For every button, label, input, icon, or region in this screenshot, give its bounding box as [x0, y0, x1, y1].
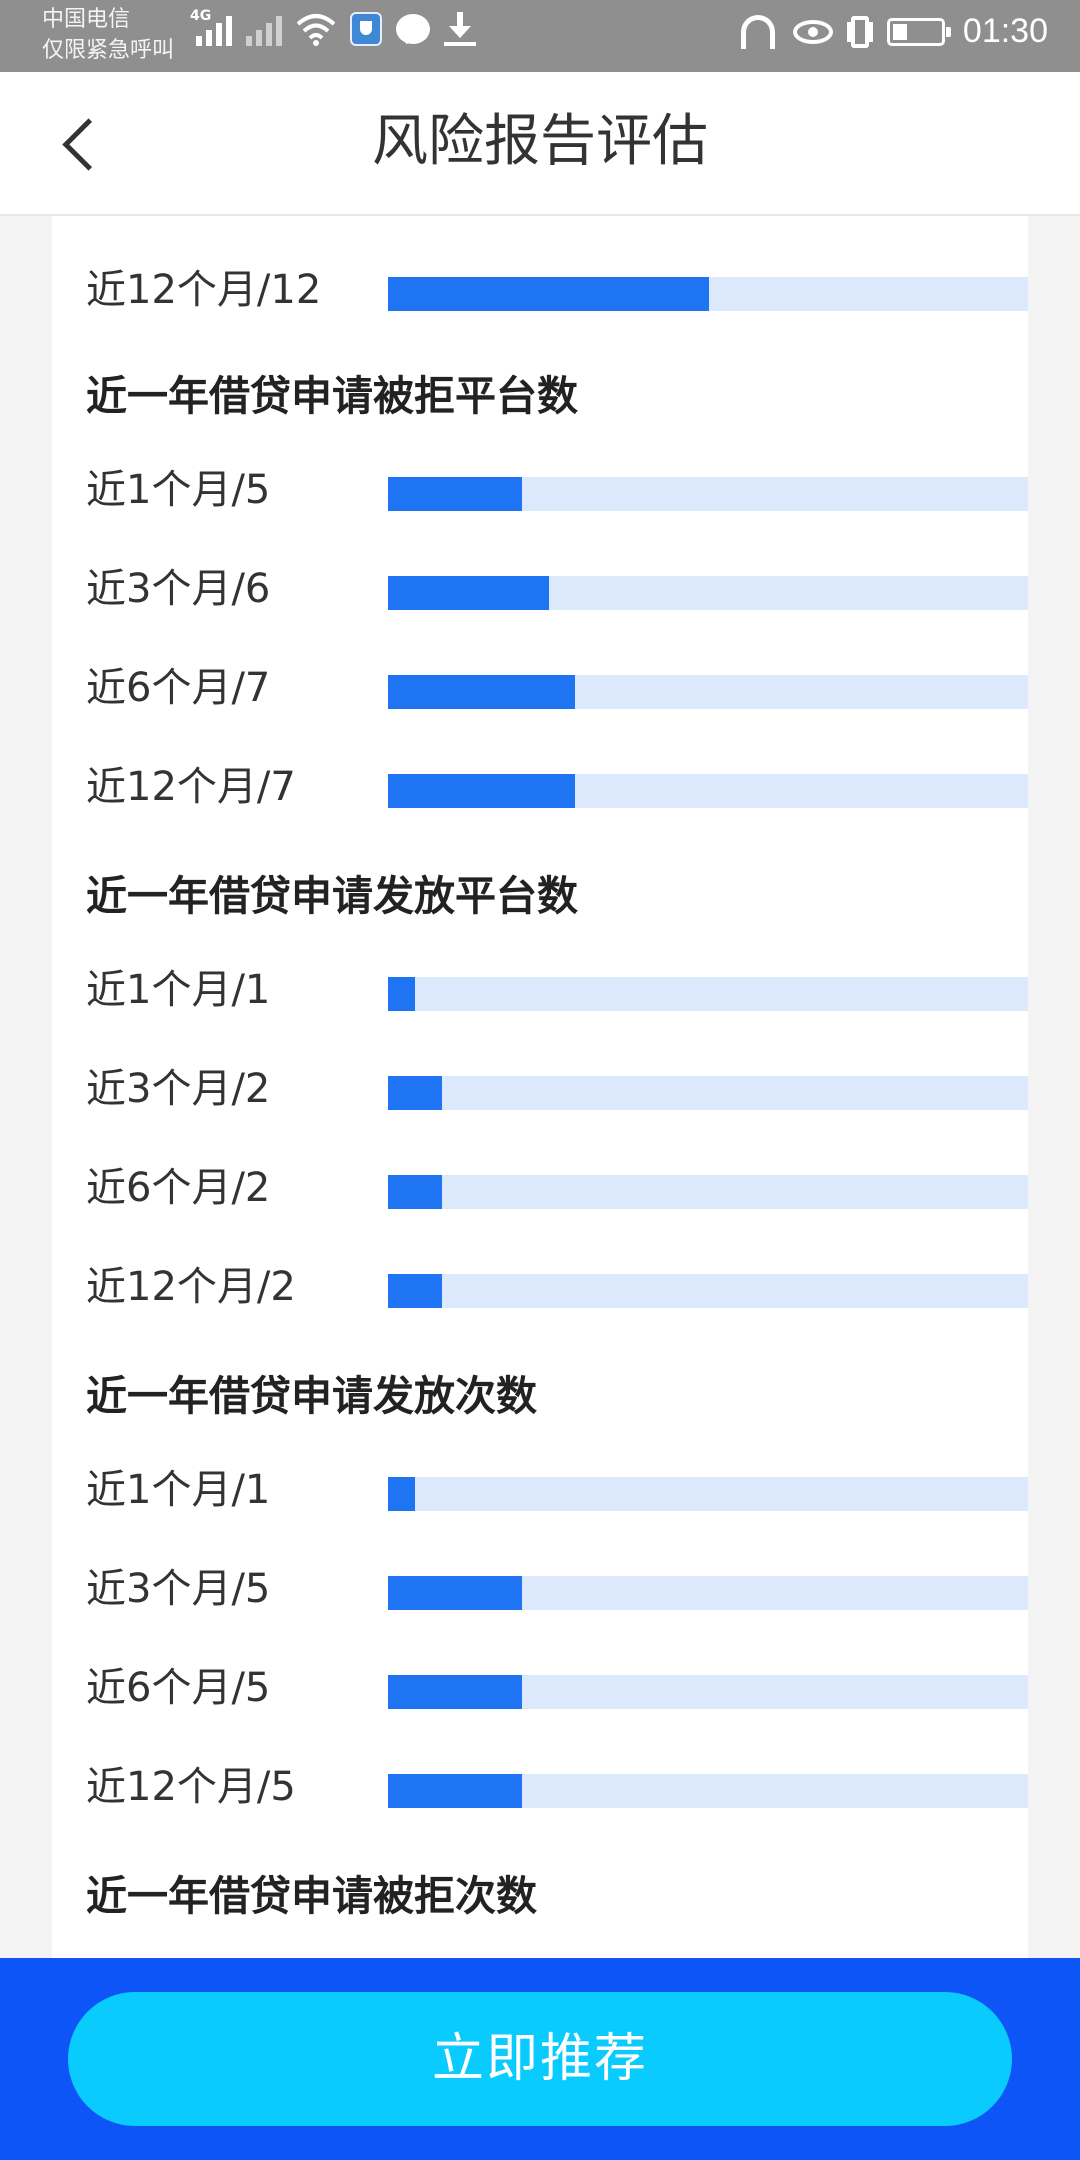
- stat-label: 近6个月/2: [86, 1165, 271, 1211]
- progress-track: [388, 1576, 1028, 1610]
- stat-label: 近12个月/5: [86, 1764, 296, 1810]
- progress-track: [388, 675, 1028, 709]
- signal-4g-icon: 4G: [190, 8, 232, 46]
- progress-track: [388, 277, 1028, 311]
- section-title: 近一年借贷申请被拒次数: [86, 1872, 537, 1920]
- stat-row: 近3个月/6: [86, 559, 1028, 619]
- signal-no-sim-icon: [246, 12, 282, 46]
- vibrate-icon: [850, 15, 869, 48]
- emergency-only-text: 仅限紧急呼叫: [42, 38, 175, 63]
- download-icon: [444, 12, 476, 46]
- stat-label: 近6个月/7: [86, 665, 271, 711]
- progress-track: [388, 1675, 1028, 1709]
- section-title: 近一年借贷申请被拒平台数: [86, 372, 578, 420]
- progress-fill: [388, 1477, 415, 1511]
- stat-label: 近1个月/5: [86, 467, 271, 513]
- progress-fill: [388, 1576, 522, 1610]
- progress-fill: [388, 1675, 522, 1709]
- headphone-icon: [740, 14, 775, 49]
- carrier-name: 中国电信: [42, 7, 131, 32]
- stat-label: 近3个月/6: [86, 566, 271, 612]
- stat-row: 近1个月/5: [86, 460, 1028, 520]
- wifi-icon: [296, 14, 336, 46]
- progress-fill: [388, 977, 415, 1011]
- progress-track: [388, 1774, 1028, 1808]
- battery-icon: [886, 17, 951, 46]
- stat-label: 近3个月/5: [86, 1566, 271, 1612]
- progress-fill: [388, 675, 575, 709]
- clock: 01:30: [962, 12, 1048, 50]
- progress-fill: [388, 277, 709, 311]
- status-bar: 中国电信 仅限紧急呼叫 4G 01:30: [0, 0, 1080, 72]
- recommend-now-button[interactable]: 立即推荐: [68, 1992, 1012, 2126]
- progress-fill: [388, 1774, 522, 1808]
- progress-fill: [388, 1175, 442, 1209]
- progress-track: [388, 1477, 1028, 1511]
- section-title: 近一年借贷申请发放平台数: [86, 872, 578, 920]
- eye-comfort-icon: [792, 19, 833, 44]
- stat-row: 近1个月/1: [86, 960, 1028, 1020]
- stat-row: 近3个月/5: [86, 1559, 1028, 1619]
- progress-track: [388, 774, 1028, 808]
- stat-row: 近3个月/2: [86, 1059, 1028, 1119]
- stat-row: 近1个月/1: [86, 1460, 1028, 1520]
- progress-track: [388, 1076, 1028, 1110]
- progress-fill: [388, 774, 575, 808]
- progress-track: [388, 477, 1028, 511]
- stat-label: 近12个月/2: [86, 1264, 296, 1310]
- progress-track: [388, 977, 1028, 1011]
- progress-track: [388, 1274, 1028, 1308]
- stat-label: 近3个月/2: [86, 1066, 271, 1112]
- stat-row: 近6个月/5: [86, 1658, 1028, 1718]
- risk-report-card[interactable]: 近12个月/12 近一年借贷申请被拒平台数 近1个月/5 近3个月/6 近6个月/7 近1…: [52, 216, 1028, 1958]
- bottom-action-bar: 立即推荐: [0, 1958, 1080, 2160]
- carrier-info: 中国电信 仅限紧急呼叫: [42, 4, 174, 66]
- message-icon: [396, 14, 430, 44]
- stat-label: 近1个月/1: [86, 967, 271, 1013]
- stat-row: 近12个月/2: [86, 1257, 1028, 1317]
- stat-row: 近6个月/2: [86, 1158, 1028, 1218]
- stat-row: 近12个月/12: [86, 260, 1028, 320]
- section-title: 近一年借贷申请发放次数: [86, 1372, 537, 1420]
- stat-label: 近1个月/1: [86, 1467, 271, 1513]
- stat-label: 近6个月/5: [86, 1665, 271, 1711]
- stat-row: 近12个月/5: [86, 1757, 1028, 1817]
- progress-fill: [388, 1076, 442, 1110]
- progress-track: [388, 1175, 1028, 1209]
- progress-track: [388, 576, 1028, 610]
- progress-fill: [388, 576, 549, 610]
- stat-label: 近12个月/12: [86, 267, 322, 313]
- page-title: 风险报告评估: [372, 109, 708, 174]
- stat-row: 近6个月/7: [86, 658, 1028, 718]
- progress-fill: [388, 477, 522, 511]
- shield-app-icon: [350, 12, 382, 46]
- stat-label: 近12个月/7: [86, 764, 296, 810]
- progress-fill: [388, 1274, 442, 1308]
- nav-header: 风险报告评估: [0, 72, 1080, 216]
- stat-row: 近12个月/7: [86, 757, 1028, 817]
